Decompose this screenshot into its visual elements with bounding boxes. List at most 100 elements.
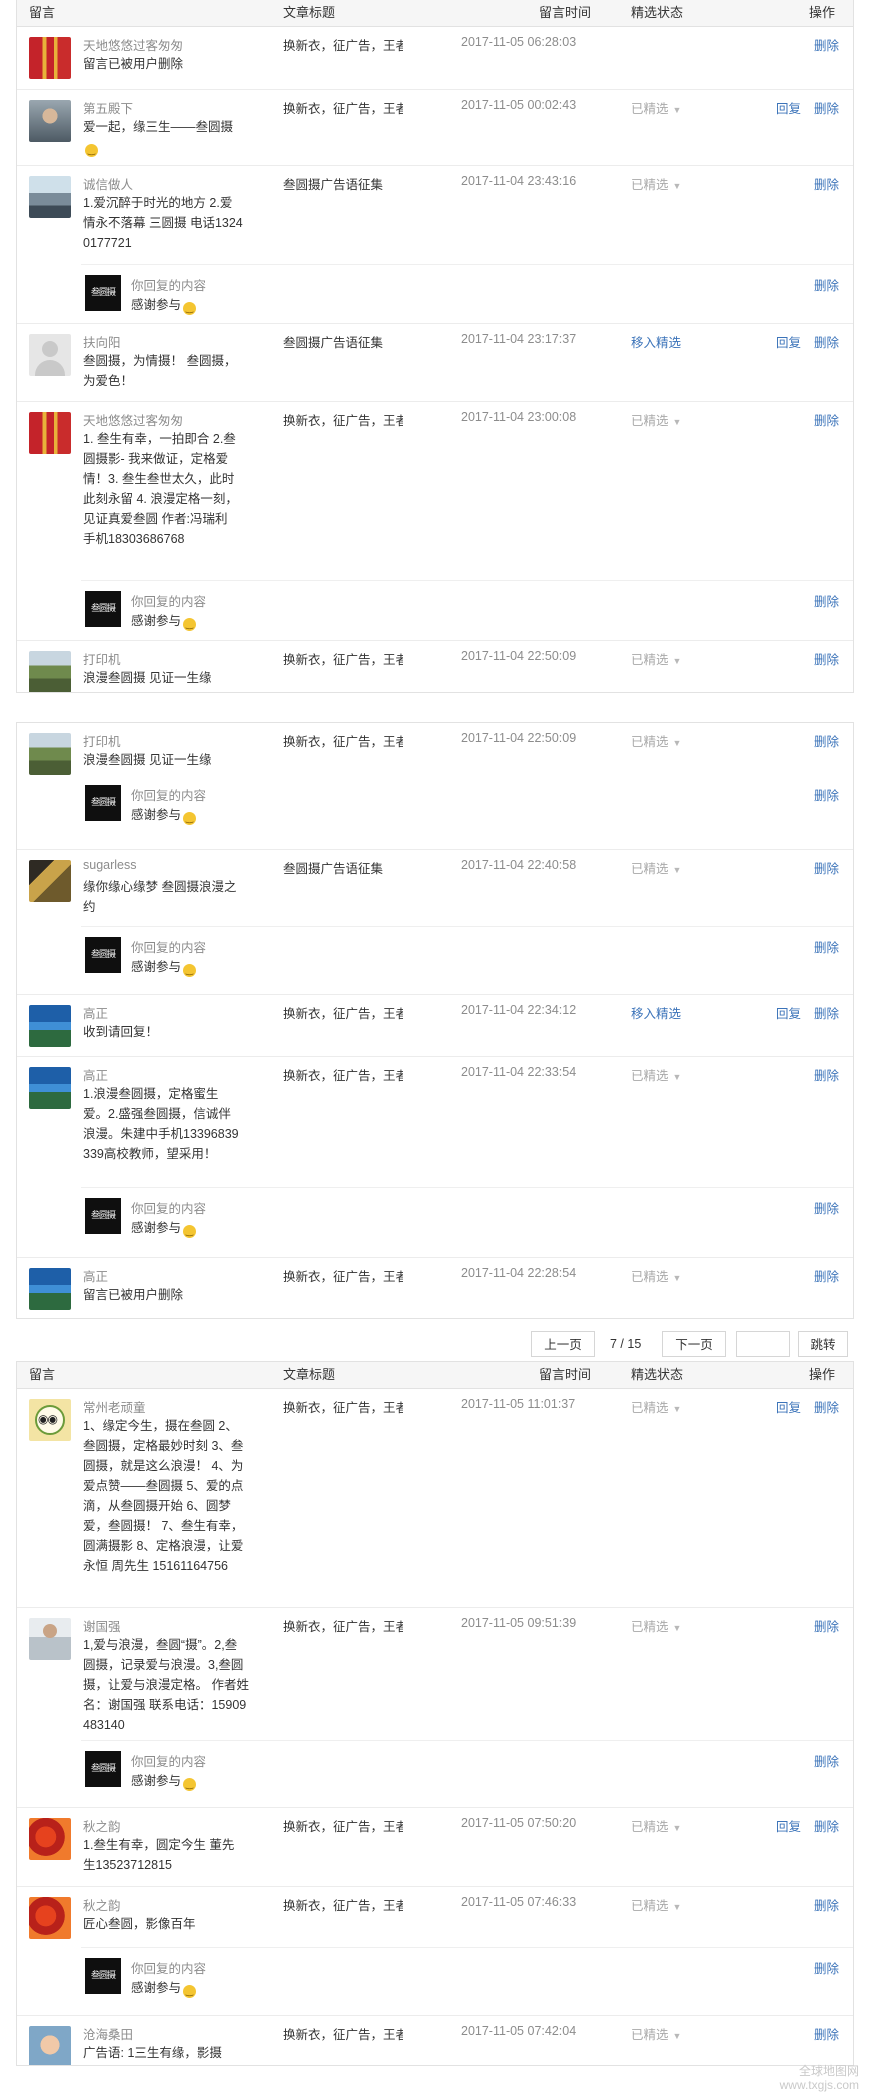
- smile-emoji-icon: ‿: [183, 1985, 197, 1998]
- avatar: [29, 37, 71, 79]
- comment-panel-2: 打印机 浪漫叁圆摄 见证一生缘 换新衣，征广告，王者在... 2017-11-0…: [16, 722, 854, 1319]
- featured-status-dropdown[interactable]: 已精选 ▼: [631, 1397, 681, 1416]
- delete-button[interactable]: 删除: [814, 1816, 839, 1835]
- featured-status-dropdown[interactable]: 已精选 ▼: [631, 410, 681, 429]
- featured-status-label: 已精选: [631, 862, 669, 876]
- reply-button[interactable]: 回复: [776, 1816, 801, 1835]
- move-to-featured-button[interactable]: 移入精选: [631, 332, 681, 351]
- avatar: [29, 1618, 71, 1660]
- delete-button[interactable]: 删除: [814, 1397, 839, 1416]
- move-to-featured-button[interactable]: 移入精选: [631, 1003, 681, 1022]
- delete-button[interactable]: 删除: [814, 2024, 839, 2043]
- reply-button[interactable]: 回复: [776, 332, 801, 351]
- delete-button[interactable]: 删除: [814, 731, 839, 750]
- brand-logo: 叁圆摄: [85, 785, 121, 821]
- delete-button[interactable]: 删除: [814, 1895, 839, 1914]
- comment-text: 留言已被用户删除: [83, 57, 184, 71]
- featured-status-dropdown[interactable]: 已精选 ▼: [631, 858, 681, 877]
- comment-text: 缘你缘心缘梦 叁圆摄浪漫之约: [83, 880, 237, 914]
- smile-emoji-icon: ‿: [85, 144, 98, 157]
- reply-label: 你回复的内容: [131, 941, 207, 955]
- featured-status-dropdown[interactable]: 已精选 ▼: [631, 98, 681, 117]
- comment-time: 2017-11-04 23:17:37: [461, 332, 577, 346]
- chevron-down-icon: ▼: [672, 1823, 682, 1833]
- page-number-input[interactable]: [736, 1331, 790, 1357]
- comment-time: 2017-11-04 22:50:09: [461, 731, 577, 745]
- avatar: [29, 1005, 71, 1047]
- featured-status-dropdown[interactable]: 已精选 ▼: [631, 1895, 681, 1914]
- delete-button[interactable]: 删除: [814, 35, 839, 54]
- chevron-down-icon: ▼: [672, 105, 682, 115]
- featured-status-dropdown[interactable]: 已精选 ▼: [631, 2024, 681, 2043]
- avatar: [29, 334, 71, 376]
- article-title: 换新衣，征广告，王者在...: [283, 653, 403, 667]
- delete-button[interactable]: 删除: [814, 1266, 839, 1285]
- featured-status-label: 已精选: [631, 653, 669, 667]
- featured-status-label: 已精选: [631, 414, 669, 428]
- chevron-down-icon: ▼: [672, 865, 682, 875]
- avatar: [29, 100, 71, 142]
- comment-text-content: 爱一起，缘三生——叁圆摄: [83, 120, 234, 134]
- featured-status-dropdown[interactable]: 已精选 ▼: [631, 174, 681, 193]
- featured-status-dropdown[interactable]: 已精选 ▼: [631, 649, 681, 668]
- avatar: [29, 651, 71, 692]
- delete-reply-button[interactable]: 删除: [814, 1198, 839, 1217]
- reply-text-content: 感谢参与: [131, 1774, 182, 1788]
- delete-reply-button[interactable]: 删除: [814, 1958, 839, 1977]
- featured-status-label: 已精选: [631, 178, 669, 192]
- delete-button[interactable]: 删除: [814, 858, 839, 877]
- featured-status-label: 已精选: [631, 1270, 669, 1284]
- article-title: 换新衣，征广告，王者在...: [283, 1401, 403, 1415]
- reply-button[interactable]: 回复: [776, 1003, 801, 1022]
- delete-button[interactable]: 删除: [814, 1616, 839, 1635]
- brand-logo: 叁圆摄: [85, 937, 121, 973]
- comment-time: 2017-11-05 06:28:03: [461, 35, 577, 49]
- featured-status-dropdown[interactable]: 已精选 ▼: [631, 731, 681, 750]
- delete-reply-button[interactable]: 删除: [814, 1751, 839, 1770]
- smile-emoji-icon: ‿: [183, 812, 197, 825]
- prev-page-button[interactable]: 上一页: [531, 1331, 595, 1357]
- article-title: 叁圆摄广告语征集: [283, 336, 384, 350]
- delete-button[interactable]: 删除: [814, 1065, 839, 1084]
- comment-row: 第五殿下 爱一起，缘三生——叁圆摄 ‿ 换新衣，征广告，王者在... 2017-1…: [17, 90, 853, 166]
- featured-status-label: 已精选: [631, 102, 669, 116]
- reply-block: 叁圆摄 你回复的内容 感谢参与 ‿ 删除: [81, 264, 853, 323]
- comment-row: 扶向阳 叁圆摄，为情摄！ 叁圆摄，为爱色！ 叁圆摄广告语征集 2017-11-0…: [17, 324, 853, 402]
- delete-reply-button[interactable]: 删除: [814, 937, 839, 956]
- delete-button[interactable]: 删除: [814, 649, 839, 668]
- delete-reply-button[interactable]: 删除: [814, 275, 839, 294]
- reply-label: 你回复的内容: [131, 1962, 207, 1976]
- delete-reply-button[interactable]: 删除: [814, 591, 839, 610]
- chevron-down-icon: ▼: [672, 181, 682, 191]
- comment-row: 天地悠悠过客匆匆 1. 叁生有幸，一拍即合 2.叁圆摄影- 我来做证，定格爱情！…: [17, 402, 853, 641]
- next-page-button[interactable]: 下一页: [662, 1331, 726, 1357]
- chevron-down-icon: ▼: [672, 2031, 682, 2041]
- chevron-down-icon: ▼: [672, 1623, 682, 1633]
- chevron-down-icon: ▼: [672, 1072, 682, 1082]
- featured-status-dropdown[interactable]: 已精选 ▼: [631, 1816, 681, 1835]
- delete-button[interactable]: 删除: [814, 174, 839, 193]
- jump-button[interactable]: 跳转: [798, 1331, 848, 1357]
- header-actions: 操作: [808, 5, 835, 20]
- reply-button[interactable]: 回复: [776, 1397, 801, 1416]
- delete-button[interactable]: 删除: [814, 98, 839, 117]
- table-header: 留言 文章标题 留言时间 精选状态 操作: [17, 0, 853, 27]
- delete-button[interactable]: 删除: [814, 410, 839, 429]
- delete-reply-button[interactable]: 删除: [814, 785, 839, 804]
- comment-row: 打印机 浪漫叁圆摄 见证一生缘 换新衣，征广告，王者在... 2017-11-0…: [17, 723, 853, 850]
- featured-status-dropdown[interactable]: 已精选 ▼: [631, 1616, 681, 1635]
- delete-button[interactable]: 删除: [814, 332, 839, 351]
- comment-time: 2017-11-05 11:01:37: [461, 1397, 576, 1411]
- article-title: 换新衣，征广告，王者在...: [283, 414, 403, 428]
- commenter-name: 扶向阳: [83, 336, 121, 350]
- article-title: 换新衣，征广告，王者在...: [283, 102, 403, 116]
- featured-status-dropdown[interactable]: 已精选 ▼: [631, 1065, 681, 1084]
- delete-button[interactable]: 删除: [814, 1003, 839, 1022]
- comment-text: 1、缘定今生，摄在叁圆 2、叁圆摄，定格最妙时刻 3、叁圆摄，就是这么浪漫！ 4…: [83, 1419, 244, 1573]
- reply-button[interactable]: 回复: [776, 98, 801, 117]
- header-time: 留言时间: [539, 5, 592, 20]
- comment-row: 高正 留言已被用户删除 换新衣，征广告，王者在... 2017-11-04 22…: [17, 1258, 853, 1318]
- reply-block: 叁圆摄 你回复的内容 感谢参与 ‿ 删除: [81, 926, 853, 994]
- article-title: 换新衣，征广告，王者在...: [283, 1899, 403, 1913]
- featured-status-dropdown[interactable]: 已精选 ▼: [631, 1266, 681, 1285]
